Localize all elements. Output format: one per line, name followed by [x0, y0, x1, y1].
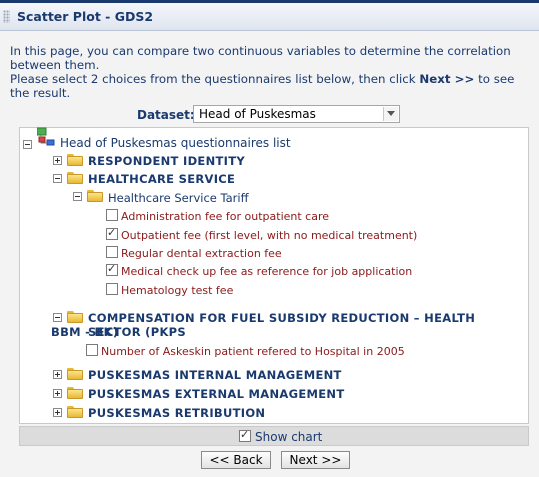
show-chart-label[interactable]: Show chart	[255, 430, 322, 444]
dataset-select[interactable]: Head of Puskesmas	[193, 105, 400, 123]
folder-icon	[67, 406, 83, 418]
main-panel: In this page, you can compare two contin…	[0, 31, 539, 477]
folder-icon	[67, 368, 83, 380]
tree-root-icon	[37, 127, 55, 146]
grip-icon[interactable]	[3, 10, 10, 23]
item-checkbox[interactable]	[106, 283, 118, 295]
folder-icon	[67, 387, 83, 399]
expand-respondent-icon[interactable]	[53, 156, 62, 165]
window-title: Scatter Plot - GDS2	[17, 9, 154, 24]
group-respondent-identity[interactable]: RESPONDENT IDENTITY	[88, 154, 245, 168]
intro-line2: Please select 2 choices from the questio…	[10, 72, 530, 100]
intro-text: In this page, you can compare two contin…	[10, 44, 530, 100]
item-askeskin-referral[interactable]: Number of Askeskin patient refered to Ho…	[101, 345, 405, 358]
show-chart-checkbox[interactable]	[239, 428, 251, 442]
folder-open-icon	[87, 190, 103, 202]
group-external-management[interactable]: PUSKESMAS EXTERNAL MANAGEMENT	[88, 387, 345, 401]
item-outpatient-fee[interactable]: Outpatient fee (first level, with no med…	[121, 229, 417, 242]
folder-open-icon	[67, 172, 83, 184]
item-checkbox[interactable]	[106, 246, 118, 258]
chevron-down-icon[interactable]	[383, 107, 398, 121]
dataset-row: Dataset: Head of Puskesmas	[0, 105, 539, 125]
expand-retribution-icon[interactable]	[53, 408, 62, 417]
item-admin-fee[interactable]: Administration fee for outpatient care	[121, 210, 329, 223]
collapse-healthcare-icon[interactable]	[53, 174, 62, 183]
group-internal-management[interactable]: PUSKESMAS INTERNAL MANAGEMENT	[88, 368, 342, 382]
expand-internal-icon[interactable]	[53, 370, 62, 379]
intro-line1: In this page, you can compare two contin…	[10, 44, 511, 72]
folder-open-icon	[67, 311, 83, 323]
chart-options-bar: Show chart	[19, 426, 529, 446]
collapse-compensation-icon[interactable]	[53, 313, 62, 322]
folder-icon	[67, 154, 83, 166]
dataset-label: Dataset:	[137, 108, 195, 122]
group-compensation[interactable]: COMPENSATION FOR FUEL SUBSIDY REDUCTION …	[88, 311, 528, 339]
group-healthcare-service[interactable]: HEALTHCARE SERVICE	[88, 172, 235, 186]
expand-external-icon[interactable]	[53, 389, 62, 398]
item-dental-fee[interactable]: Regular dental extraction fee	[121, 247, 282, 260]
intro-line2-pre: Please select 2 choices from the questio…	[10, 72, 420, 86]
group-retribution[interactable]: PUSKESMAS RETRIBUTION	[88, 406, 265, 420]
back-button[interactable]: << Back	[201, 451, 271, 469]
next-button[interactable]: Next >>	[281, 451, 350, 469]
dataset-selected-value: Head of Puskesmas	[199, 107, 316, 121]
subgroup-tariff[interactable]: Healthcare Service Tariff	[108, 191, 249, 205]
title-bar: Scatter Plot - GDS2	[0, 3, 539, 31]
item-checkbox[interactable]	[106, 262, 118, 276]
tree-root-label[interactable]: Head of Puskesmas questionnaires list	[60, 136, 291, 150]
item-medical-checkup-fee[interactable]: Medical check up fee as reference for jo…	[121, 265, 412, 278]
expand-root-icon[interactable]	[23, 140, 32, 149]
questionnaire-tree: Head of Puskesmas questionnaires list RE…	[19, 127, 529, 424]
item-checkbox[interactable]	[106, 226, 118, 240]
group-compensation-line2[interactable]: BBM - BK)	[51, 325, 118, 339]
item-hematology-fee[interactable]: Hematology test fee	[121, 284, 233, 297]
intro-next-ref: Next >>	[419, 72, 475, 86]
item-checkbox[interactable]	[86, 344, 98, 356]
collapse-tariff-icon[interactable]	[73, 192, 82, 201]
item-checkbox[interactable]	[106, 209, 118, 221]
